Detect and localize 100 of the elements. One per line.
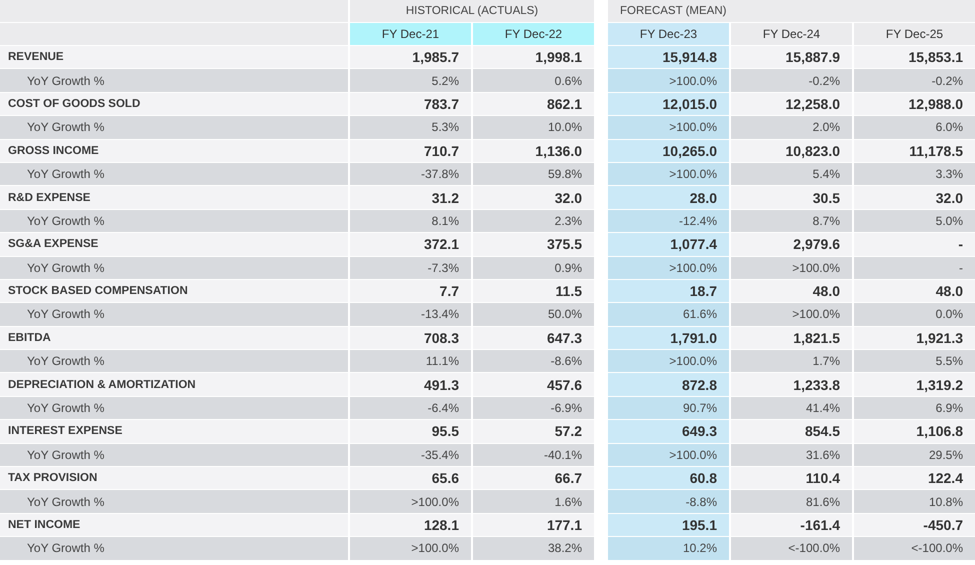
table-cell: <-100.0% — [854, 537, 975, 560]
column-header[interactable]: FY Dec-21 — [350, 23, 471, 45]
table-cell: 1,136.0 — [473, 140, 594, 162]
row-label: YoY Growth % — [0, 256, 348, 279]
table-cell: 5.5% — [854, 350, 975, 372]
column-header[interactable]: FY Dec-25 — [854, 23, 975, 45]
table-cell: 57.2 — [473, 420, 594, 443]
row-label: YoY Growth % — [0, 69, 348, 92]
row-label: YoY Growth % — [0, 444, 348, 466]
table-cell: 65.6 — [350, 467, 471, 490]
table-cell: 90.7% — [608, 396, 729, 420]
table-cell: 177.1 — [473, 514, 594, 536]
table-cell: 59.8% — [473, 162, 594, 186]
row-label: TAX PROVISION — [0, 467, 348, 490]
table-cell: 2.3% — [473, 210, 594, 232]
row-label: YoY Growth % — [0, 303, 348, 326]
table-cell: 5.3% — [350, 116, 471, 139]
table-cell: 491.3 — [350, 373, 471, 396]
table-cell: -161.4 — [731, 514, 852, 536]
table-cell: 66.7 — [473, 467, 594, 490]
row-label: YoY Growth % — [0, 162, 348, 186]
table-cell: 1,921.3 — [854, 326, 975, 350]
table-cell: 6.9% — [854, 396, 975, 420]
table-cell: 11.1% — [350, 350, 471, 372]
table-cell: 649.3 — [608, 420, 729, 443]
table-cell: 375.5 — [473, 233, 594, 256]
table-cell: 28.0 — [608, 186, 729, 209]
table-cell: 1,821.5 — [731, 326, 852, 350]
table-cell: <-100.0% — [731, 537, 852, 560]
table-cell: - — [854, 233, 975, 256]
row-label: STOCK BASED COMPENSATION — [0, 280, 348, 302]
table-cell: 457.6 — [473, 373, 594, 396]
column-header[interactable]: FY Dec-23 — [608, 23, 729, 45]
row-label: NET INCOME — [0, 514, 348, 536]
table-cell: 1.6% — [473, 490, 594, 513]
table-cell: 7.7 — [350, 280, 471, 302]
table-cell: 12,015.0 — [608, 92, 729, 116]
row-label: EBITDA — [0, 326, 348, 350]
table-cell: 2.0% — [731, 116, 852, 139]
table-cell: 122.4 — [854, 467, 975, 490]
table-cell: >100.0% — [731, 256, 852, 279]
column-header[interactable]: FY Dec-24 — [731, 23, 852, 45]
table-cell: 372.1 — [350, 233, 471, 256]
row-label: INTEREST EXPENSE — [0, 420, 348, 443]
table-cell: 128.1 — [350, 514, 471, 536]
table-cell: 1,106.8 — [854, 420, 975, 443]
table-cell: 8.1% — [350, 210, 471, 232]
table-cell: 60.8 — [608, 467, 729, 490]
table-cell: 12,258.0 — [731, 92, 852, 116]
table-cell: 50.0% — [473, 303, 594, 326]
table-cell: 6.0% — [854, 116, 975, 139]
table-cell: -12.4% — [608, 210, 729, 232]
table-cell: 110.4 — [731, 467, 852, 490]
table-cell: 1,233.8 — [731, 373, 852, 396]
table-cell: 1,985.7 — [350, 46, 471, 68]
table-cell: 5.2% — [350, 69, 471, 92]
table-cell: 11.5 — [473, 280, 594, 302]
table-cell: - — [854, 256, 975, 279]
table-cell: 1,791.0 — [608, 326, 729, 350]
row-label: GROSS INCOME — [0, 140, 348, 162]
table-cell: -6.4% — [350, 396, 471, 420]
table-cell: 29.5% — [854, 444, 975, 466]
table-cell: -35.4% — [350, 444, 471, 466]
table-cell: 10,823.0 — [731, 140, 852, 162]
table-cell: 647.3 — [473, 326, 594, 350]
row-label: YoY Growth % — [0, 490, 348, 513]
table-cell: 10,265.0 — [608, 140, 729, 162]
row-label: SG&A EXPENSE — [0, 233, 348, 256]
table-cell: 31.6% — [731, 444, 852, 466]
table-cell: >100.0% — [731, 303, 852, 326]
table-cell: -40.1% — [473, 444, 594, 466]
row-label: DEPRECIATION & AMORTIZATION — [0, 373, 348, 396]
table-cell: 1,998.1 — [473, 46, 594, 68]
column-group-header: HISTORICAL (ACTUALS) — [350, 0, 594, 22]
table-cell: >100.0% — [350, 537, 471, 560]
table-cell: 48.0 — [731, 280, 852, 302]
table-cell: 95.5 — [350, 420, 471, 443]
table-cell: 1.7% — [731, 350, 852, 372]
row-label: YoY Growth % — [0, 116, 348, 139]
column-header[interactable]: FY Dec-22 — [473, 23, 594, 45]
column-group-header: FORECAST (MEAN) — [608, 0, 975, 22]
table-cell: 38.2% — [473, 537, 594, 560]
table-cell: 10.2% — [608, 537, 729, 560]
table-cell: 32.0 — [473, 186, 594, 209]
table-cell: 15,853.1 — [854, 46, 975, 68]
table-cell: 30.5 — [731, 186, 852, 209]
row-label: YoY Growth % — [0, 210, 348, 232]
table-cell: 10.0% — [473, 116, 594, 139]
row-label: COST OF GOODS SOLD — [0, 92, 348, 116]
table-cell: 48.0 — [854, 280, 975, 302]
table-cell: 0.0% — [854, 303, 975, 326]
table-cell: -6.9% — [473, 396, 594, 420]
table-cell: 1,319.2 — [854, 373, 975, 396]
table-cell: -13.4% — [350, 303, 471, 326]
table-cell: 10.8% — [854, 490, 975, 513]
table-cell: >100.0% — [350, 490, 471, 513]
table-cell: 12,988.0 — [854, 92, 975, 116]
table-cell: 31.2 — [350, 186, 471, 209]
table-cell: >100.0% — [608, 162, 729, 186]
table-cell: -0.2% — [731, 69, 852, 92]
